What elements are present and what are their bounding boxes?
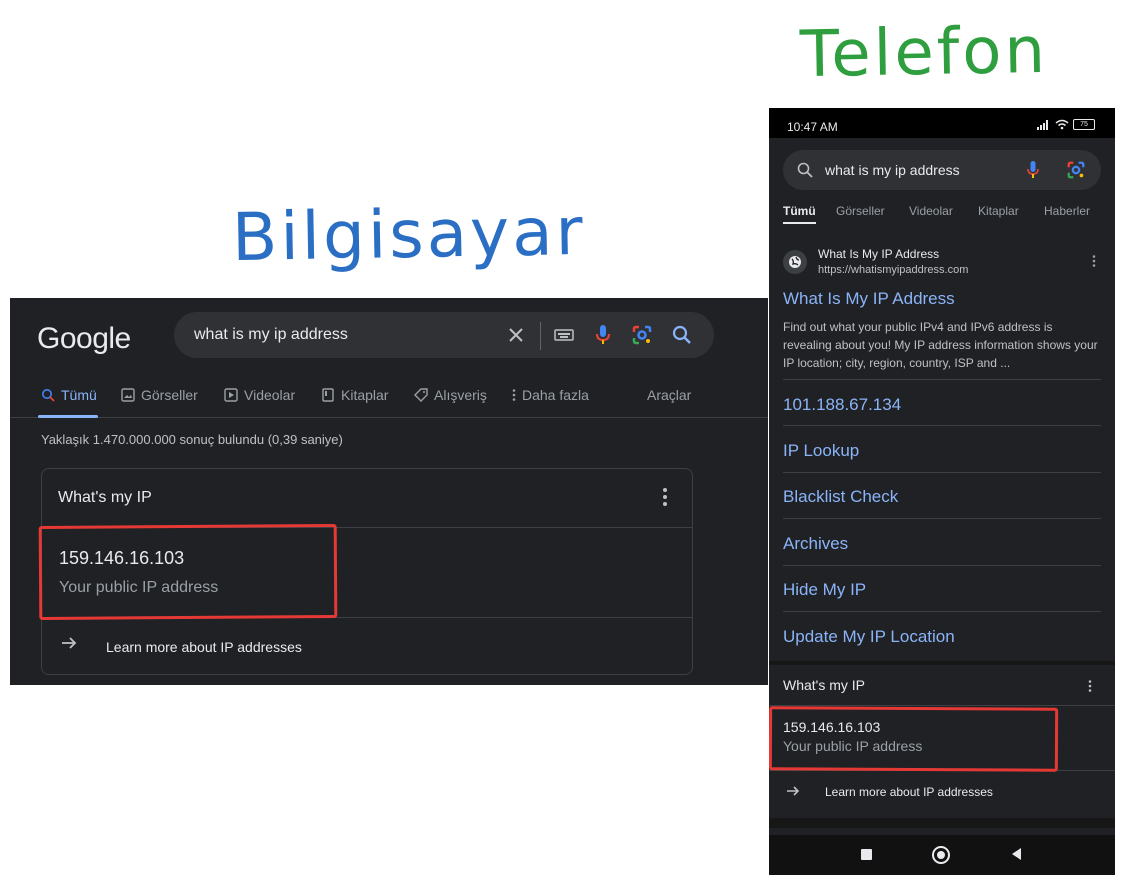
more-options-icon[interactable] <box>1092 254 1096 271</box>
signal-icon <box>1037 119 1048 130</box>
tools-label: Araçlar <box>647 387 692 403</box>
tab-shopping[interactable]: Alışveriş <box>414 387 487 403</box>
more-options-icon[interactable] <box>662 487 668 507</box>
search-input[interactable]: what is my ip address <box>825 162 960 178</box>
divider <box>783 565 1101 566</box>
highlight-box <box>38 523 338 621</box>
lens-icon[interactable] <box>1066 160 1086 180</box>
tab-more[interactable]: Daha fazla <box>512 387 589 403</box>
keyboard-icon[interactable] <box>552 323 576 347</box>
highlight-box <box>769 706 1059 772</box>
site-name: What Is My IP Address <box>818 247 940 261</box>
recents-button[interactable] <box>861 849 872 860</box>
status-time: 10:47 AM <box>787 120 838 134</box>
battery-icon: 75 <box>1073 119 1095 130</box>
home-button[interactable] <box>932 846 950 864</box>
more-vert-icon <box>512 389 516 401</box>
globe-icon <box>783 250 807 274</box>
android-nav-bar <box>769 835 1115 875</box>
desktop-label: Bilgisayar <box>231 192 587 277</box>
card-title: What's my IP <box>783 677 866 693</box>
tab-books[interactable]: Kitaplar <box>978 204 1019 218</box>
result-snippet: Find out what your public IPv4 and IPv6 … <box>783 320 1098 370</box>
search-tabs: Tümü Görseller Videolar Kitaplar Alışver… <box>10 378 768 418</box>
tab-all[interactable]: Tümü <box>41 387 97 403</box>
tools-button[interactable]: Araçlar <box>647 387 691 403</box>
tab-images[interactable]: Görseller <box>836 204 885 218</box>
result-title-link[interactable]: What Is My IP Address <box>783 289 955 309</box>
tag-icon <box>414 388 428 402</box>
sitelink[interactable]: 101.188.67.134 <box>783 395 901 415</box>
phone-screenshot: 10:47 AM 75 what is my ip address Tümü G… <box>769 108 1115 875</box>
tab-label: Alışveriş <box>434 387 487 403</box>
back-button[interactable] <box>1010 847 1022 866</box>
arrow-right-icon <box>60 634 78 657</box>
image-icon <box>121 388 135 402</box>
active-tab-indicator <box>783 222 816 224</box>
tab-videos[interactable]: Videolar <box>224 387 295 403</box>
desktop-screenshot: Google what is my ip address Tümü Görsel… <box>10 298 768 685</box>
search-input[interactable]: what is my ip address <box>194 326 348 344</box>
mobile-search-bar[interactable]: what is my ip address <box>783 150 1101 190</box>
search-bar[interactable]: what is my ip address <box>174 312 714 358</box>
search-icon[interactable] <box>670 323 694 347</box>
tab-label: Kitaplar <box>341 387 389 403</box>
tab-all[interactable]: Tümü <box>783 204 816 218</box>
divider <box>783 611 1101 612</box>
clear-icon[interactable] <box>504 323 528 347</box>
tab-books[interactable]: Kitaplar <box>321 387 388 403</box>
status-bar: 10:47 AM 75 <box>769 108 1115 138</box>
tab-label: Daha fazla <box>522 387 589 403</box>
book-icon <box>322 388 334 402</box>
lens-icon[interactable] <box>630 323 654 347</box>
divider <box>783 518 1101 519</box>
microphone-icon[interactable] <box>1027 160 1039 180</box>
mobile-tabs: Tümü Görseller Videolar Kitaplar Haberle… <box>769 202 1115 230</box>
sitelink[interactable]: Hide My IP <box>783 580 866 600</box>
learn-more-link[interactable]: Learn more about IP addresses <box>106 639 302 655</box>
more-options-icon[interactable] <box>1088 679 1092 696</box>
site-url: https://whatismyipaddress.com <box>818 264 969 276</box>
divider <box>783 472 1101 473</box>
search-icon <box>797 162 813 178</box>
tab-videos[interactable]: Videolar <box>909 204 953 218</box>
status-icons: 75 <box>1037 119 1095 130</box>
active-tab-indicator <box>38 415 98 418</box>
microphone-icon[interactable] <box>591 323 615 347</box>
card-title: What's my IP <box>58 489 152 506</box>
learn-more-link[interactable]: Learn more about IP addresses <box>825 785 993 799</box>
google-logo[interactable]: Google <box>37 322 131 356</box>
sitelink[interactable]: Archives <box>783 534 848 554</box>
wifi-icon <box>1055 119 1069 130</box>
sitelink[interactable]: IP Lookup <box>783 441 859 461</box>
play-icon <box>224 388 238 402</box>
section-gap <box>769 818 1115 828</box>
tab-label: Videolar <box>244 387 296 403</box>
result-stats: Yaklaşık 1.470.000.000 sonuç bulundu (0,… <box>41 432 343 447</box>
section-gap <box>769 661 1115 665</box>
arrow-right-icon <box>785 783 801 804</box>
divider <box>783 379 1101 380</box>
search-separator <box>540 322 541 350</box>
tab-news[interactable]: Haberler <box>1044 204 1090 218</box>
tab-label: Görseller <box>141 387 198 403</box>
tab-label: Tümü <box>61 387 97 403</box>
tab-images[interactable]: Görseller <box>121 387 198 403</box>
sitelink[interactable]: Blacklist Check <box>783 487 898 507</box>
sitelink[interactable]: Update My IP Location <box>783 627 955 647</box>
phone-label: Telefon <box>799 13 1049 93</box>
search-icon <box>42 389 55 402</box>
divider <box>783 425 1101 426</box>
